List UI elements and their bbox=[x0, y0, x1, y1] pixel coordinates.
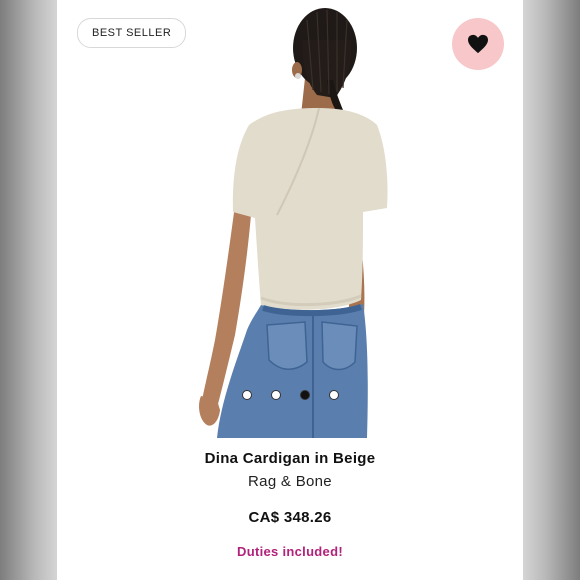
carousel-dot[interactable] bbox=[329, 390, 339, 400]
image-carousel-dots bbox=[242, 390, 339, 400]
product-title[interactable]: Dina Cardigan in Beige bbox=[57, 450, 523, 467]
heart-icon bbox=[468, 34, 488, 54]
product-card: BEST SELLER Dina Cardigan in Beige Rag &… bbox=[57, 0, 523, 580]
duties-note: Duties included! bbox=[237, 544, 343, 559]
carousel-dot[interactable] bbox=[271, 390, 281, 400]
best-seller-badge: BEST SELLER bbox=[77, 18, 187, 48]
product-brand[interactable]: Rag & Bone bbox=[57, 473, 523, 490]
carousel-dot-active[interactable] bbox=[300, 390, 310, 400]
product-photo[interactable] bbox=[177, 0, 407, 438]
product-price: CA$ 348.26 bbox=[248, 509, 332, 526]
carousel-dot[interactable] bbox=[242, 390, 252, 400]
favorite-button[interactable] bbox=[452, 18, 504, 70]
best-seller-badge-label: BEST SELLER bbox=[92, 27, 172, 39]
